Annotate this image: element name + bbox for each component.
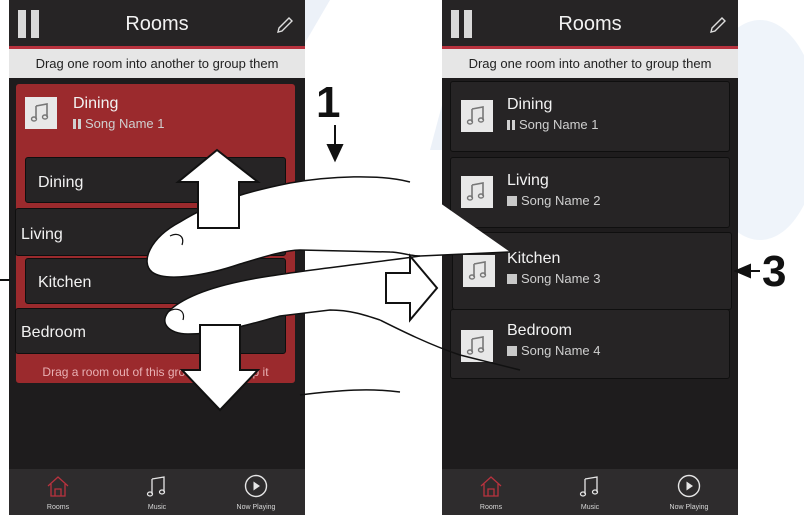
page-title: Rooms bbox=[125, 13, 189, 35]
room-card-kitchen[interactable]: Kitchen Song Name 3 bbox=[452, 232, 732, 310]
stop-icon bbox=[507, 346, 517, 356]
right-phone-screen: Rooms Drag one room into another to grou… bbox=[442, 0, 738, 515]
album-art-thumbnail bbox=[461, 100, 493, 132]
song-name: Song Name 3 bbox=[521, 271, 601, 286]
song-name: Song Name 2 bbox=[521, 193, 601, 208]
tab-rooms[interactable]: Rooms bbox=[442, 469, 540, 515]
album-art-thumbnail bbox=[461, 176, 493, 208]
house-icon bbox=[47, 476, 69, 497]
group-member-kitchen[interactable]: Kitchen bbox=[25, 258, 286, 304]
album-art-thumbnail bbox=[461, 330, 493, 362]
group-hint: Drag one room into another to group them bbox=[442, 49, 738, 78]
tab-now-playing[interactable]: Now Playing bbox=[640, 469, 738, 515]
pause-icon bbox=[73, 119, 81, 129]
tab-label: Music bbox=[147, 504, 167, 511]
room-label: Kitchen bbox=[38, 274, 92, 291]
music-note-icon bbox=[466, 336, 485, 355]
tab-rooms[interactable]: Rooms bbox=[9, 469, 107, 515]
bottom-tab-bar: Rooms Music Now Playing bbox=[442, 469, 738, 515]
tab-label: Music bbox=[580, 504, 600, 511]
room-song: Song Name 4 bbox=[507, 343, 601, 358]
top-bar: Rooms bbox=[9, 0, 305, 49]
room-label: Dining bbox=[38, 174, 84, 191]
pencil-icon[interactable] bbox=[274, 14, 296, 36]
music-note-icon bbox=[468, 261, 487, 280]
room-label: Bedroom bbox=[21, 324, 86, 341]
step-number-3: 3 bbox=[762, 247, 787, 296]
tab-label: Rooms bbox=[46, 504, 70, 511]
stop-icon bbox=[507, 274, 517, 284]
tab-music[interactable]: Music bbox=[108, 469, 206, 515]
tab-label: Rooms bbox=[479, 504, 503, 511]
group-member-living[interactable]: Living bbox=[15, 208, 286, 256]
tab-label: Now Playing bbox=[669, 504, 709, 511]
group-member-bedroom[interactable]: Bedroom bbox=[15, 308, 286, 354]
group-song: Song Name 1 bbox=[73, 116, 165, 131]
play-circle-icon bbox=[244, 474, 268, 498]
music-note-icon bbox=[466, 182, 485, 201]
play-circle-icon bbox=[677, 474, 701, 498]
ungroup-hint: Drag a room out of this group to ungroup… bbox=[42, 365, 269, 379]
room-song: Song Name 2 bbox=[507, 193, 601, 208]
album-art-thumbnail bbox=[463, 255, 495, 287]
room-label: Living bbox=[21, 226, 63, 243]
song-name: Song Name 4 bbox=[521, 343, 601, 358]
pause-icon bbox=[507, 120, 515, 130]
stop-icon bbox=[507, 196, 517, 206]
music-note-icon bbox=[30, 103, 49, 122]
group-room-name: Dining bbox=[73, 95, 119, 112]
music-note-icon bbox=[579, 476, 599, 497]
room-name: Kitchen bbox=[507, 250, 561, 267]
tab-label: Now Playing bbox=[236, 504, 276, 511]
room-name: Dining bbox=[507, 96, 553, 113]
album-art-thumbnail bbox=[25, 97, 57, 129]
step-number-1: 1 bbox=[316, 78, 341, 127]
house-icon bbox=[480, 476, 502, 497]
page-title: Rooms bbox=[558, 13, 622, 35]
song-name: Song Name 1 bbox=[519, 117, 599, 132]
music-note-icon bbox=[146, 476, 166, 497]
group-member-dining[interactable]: Dining bbox=[25, 157, 286, 203]
room-song: Song Name 3 bbox=[507, 271, 601, 286]
pencil-icon[interactable] bbox=[707, 14, 729, 36]
music-note-icon bbox=[466, 106, 485, 125]
room-name: Bedroom bbox=[507, 322, 572, 339]
bottom-tab-bar: Rooms Music Now Playing bbox=[9, 469, 305, 515]
tab-music[interactable]: Music bbox=[541, 469, 639, 515]
left-phone-screen: Rooms Drag one room into another to grou… bbox=[9, 0, 305, 515]
tab-now-playing[interactable]: Now Playing bbox=[207, 469, 305, 515]
room-card-living[interactable]: Living Song Name 2 bbox=[450, 157, 730, 228]
room-card-bedroom[interactable]: Bedroom Song Name 4 bbox=[450, 309, 730, 379]
room-name: Living bbox=[507, 172, 549, 189]
song-name: Song Name 1 bbox=[85, 116, 165, 131]
room-song: Song Name 1 bbox=[507, 117, 599, 132]
room-card-dining[interactable]: Dining Song Name 1 bbox=[450, 81, 730, 152]
top-bar: Rooms bbox=[442, 0, 738, 49]
group-hint: Drag one room into another to group them bbox=[9, 49, 305, 78]
